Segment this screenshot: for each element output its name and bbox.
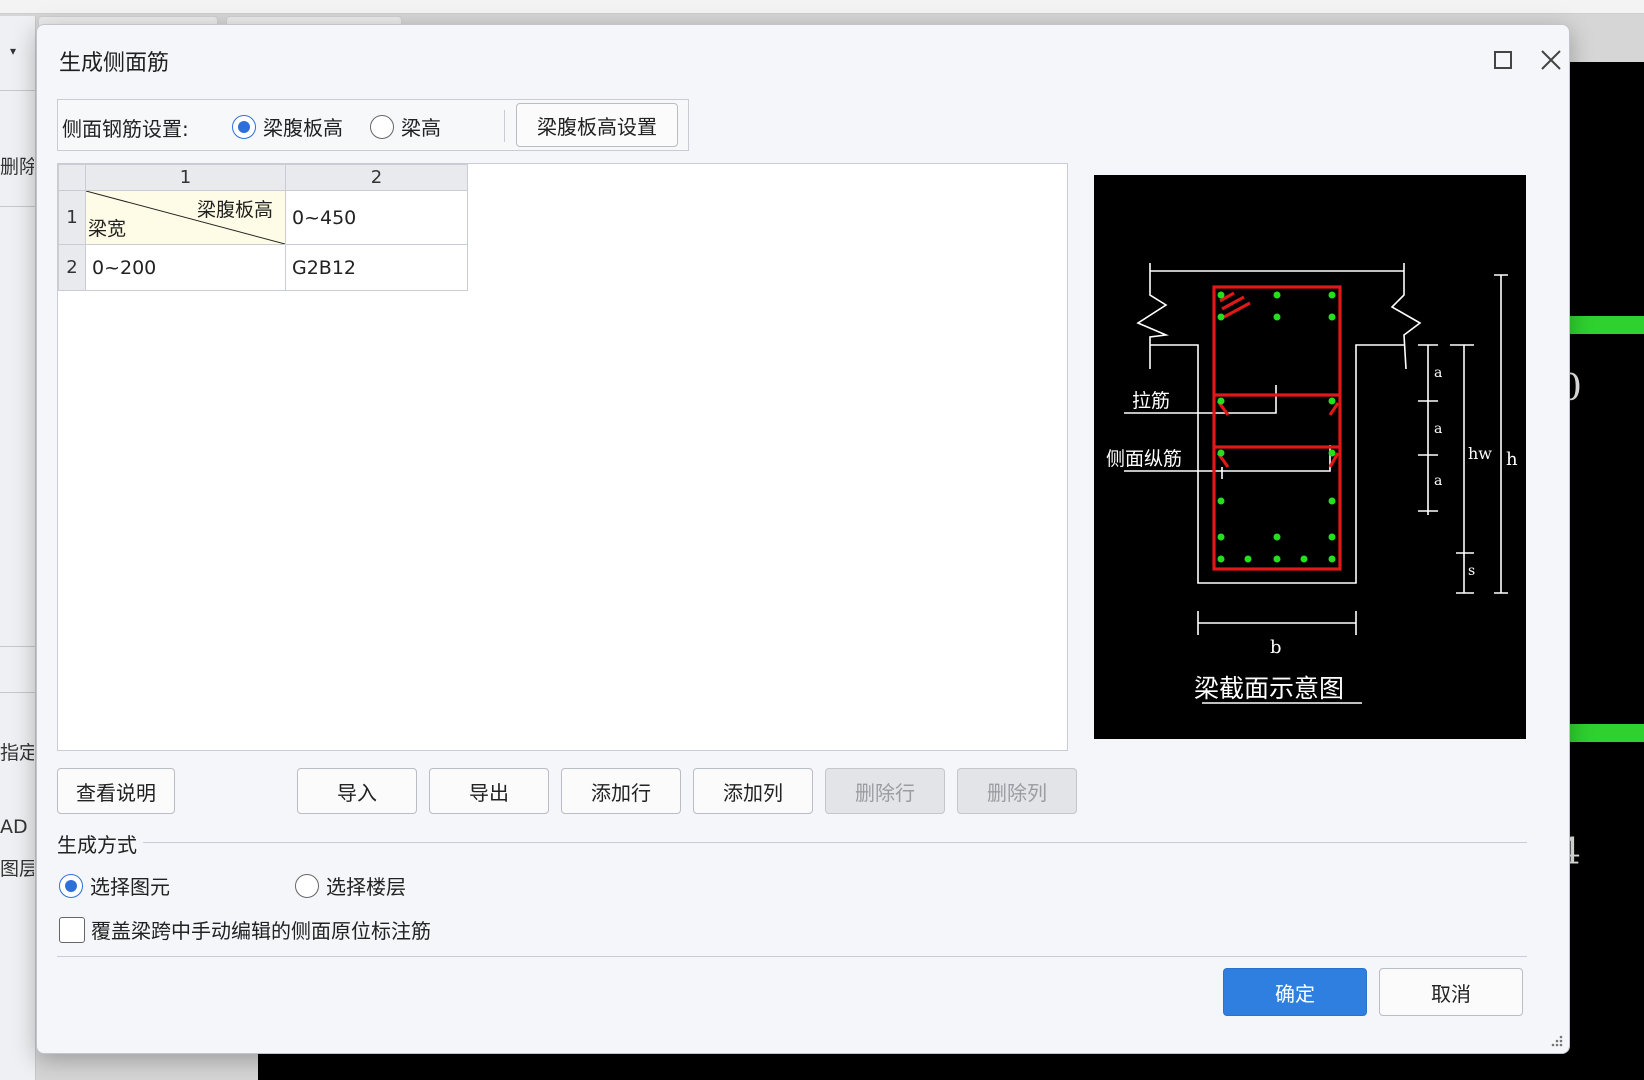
radio-select-element[interactable]: 选择图元 (59, 871, 170, 900)
add-column-button[interactable]: 添加列 (693, 768, 813, 814)
checkbox-label: 覆盖梁跨中手动编辑的侧面原位标注筋 (91, 919, 431, 943)
left-panel-item[interactable]: 删除 (0, 152, 34, 179)
rebar-table: 1 2 1 梁腹板高 梁宽 0~450 2 0~200 G2B12 (58, 164, 468, 291)
close-button[interactable] (1533, 43, 1569, 77)
rebar-table-area: 1 2 1 梁腹板高 梁宽 0~450 2 0~200 G2B12 (57, 163, 1068, 751)
radio-beam-height[interactable]: 梁高 (370, 112, 441, 141)
dim-label-hw: hw (1468, 444, 1492, 463)
table-cell[interactable]: G2B12 (285, 244, 468, 291)
cad-beam-element (1568, 724, 1644, 742)
app-top-bar (0, 0, 1644, 14)
beam-section-diagram: 拉筋 侧面纵筋 a a a hw s h b 梁截面示意图 (1094, 175, 1526, 739)
ok-button[interactable]: 确定 (1223, 968, 1367, 1016)
diagram-caption: 梁截面示意图 (1194, 674, 1344, 703)
add-row-button[interactable]: 添加行 (561, 768, 681, 814)
maximize-button[interactable] (1485, 43, 1521, 77)
diagonal-bottom-label: 梁宽 (88, 218, 127, 240)
cad-canvas[interactable]: 伍 70 0 4 (1504, 62, 1644, 1080)
beam-section-drawing: 拉筋 侧面纵筋 a a a hw s h b 梁截面示意图 (1106, 263, 1518, 704)
table-diagonal-header-cell: 梁腹板高 梁宽 (85, 190, 286, 245)
radio-label: 选择图元 (90, 875, 170, 899)
table-cell[interactable]: 0~450 (285, 190, 468, 245)
dialog-title: 生成侧面筋 (59, 51, 170, 76)
web-height-settings-button[interactable]: 梁腹板高设置 (516, 103, 678, 147)
maximize-icon (1494, 51, 1512, 69)
left-panel-item[interactable]: 指定 (0, 738, 34, 765)
row-header[interactable]: 1 (58, 190, 86, 245)
delete-row-button[interactable]: 删除行 (825, 768, 945, 814)
column-header[interactable]: 1 (85, 164, 286, 191)
dim-label-a: a (1434, 421, 1442, 437)
dim-label-b: b (1270, 637, 1282, 658)
view-help-button[interactable]: 查看说明 (57, 768, 175, 814)
diagonal-top-label: 梁腹板高 (196, 199, 273, 221)
import-button[interactable]: 导入 (297, 768, 417, 814)
label-tie-bar: 拉筋 (1132, 390, 1170, 412)
radio-indicator (295, 873, 319, 898)
side-rebar-setting-bar: 侧面钢筋设置: 梁腹板高 梁高 梁腹板高设置 (57, 99, 689, 151)
radio-indicator (370, 114, 394, 139)
close-icon (1541, 50, 1561, 70)
delete-column-button[interactable]: 删除列 (957, 768, 1077, 814)
radio-web-height[interactable]: 梁腹板高 (232, 112, 343, 141)
cad-beam-element (1568, 316, 1644, 334)
dim-label-h: h (1506, 449, 1518, 470)
radio-indicator (232, 114, 256, 139)
radio-label: 选择楼层 (326, 875, 406, 899)
left-panel-item[interactable]: AD (0, 816, 34, 838)
checkbox-indicator (59, 916, 85, 943)
side-rebar-setting-label: 侧面钢筋设置: (62, 117, 189, 141)
footer-divider (57, 956, 1527, 957)
export-button[interactable]: 导出 (429, 768, 549, 814)
label-side-longitudinal-bar: 侧面纵筋 (1106, 448, 1182, 470)
row-header[interactable]: 2 (58, 244, 86, 291)
table-cell[interactable]: 0~200 (85, 244, 286, 291)
dim-label-s: s (1468, 563, 1475, 579)
generation-method-label: 生成方式 (57, 829, 143, 858)
left-panel-item[interactable]: 图层 (0, 854, 34, 881)
column-header[interactable]: 2 (285, 164, 468, 191)
table-corner-header (58, 164, 86, 191)
section-divider (57, 842, 1527, 843)
chevron-down-icon[interactable]: ▾ (10, 44, 16, 58)
app-left-panel: ▾ 删除 指定 AD 图层 (0, 16, 36, 1080)
radio-label: 梁高 (401, 116, 441, 140)
divider (504, 110, 505, 142)
generate-side-rebar-dialog: 生成侧面筋 侧面钢筋设置: 梁腹板高 梁高 梁腹板高设置 1 2 1 梁腹板高 … (36, 24, 1570, 1054)
override-manual-edit-checkbox[interactable]: 覆盖梁跨中手动编辑的侧面原位标注筋 (59, 915, 431, 944)
radio-indicator (59, 873, 83, 898)
dim-label-a: a (1434, 473, 1442, 489)
radio-select-floor[interactable]: 选择楼层 (295, 871, 406, 900)
resize-grip-icon[interactable] (1549, 1033, 1563, 1047)
radio-label: 梁腹板高 (263, 116, 343, 140)
dim-label-a: a (1434, 365, 1442, 381)
cancel-button[interactable]: 取消 (1379, 968, 1523, 1016)
